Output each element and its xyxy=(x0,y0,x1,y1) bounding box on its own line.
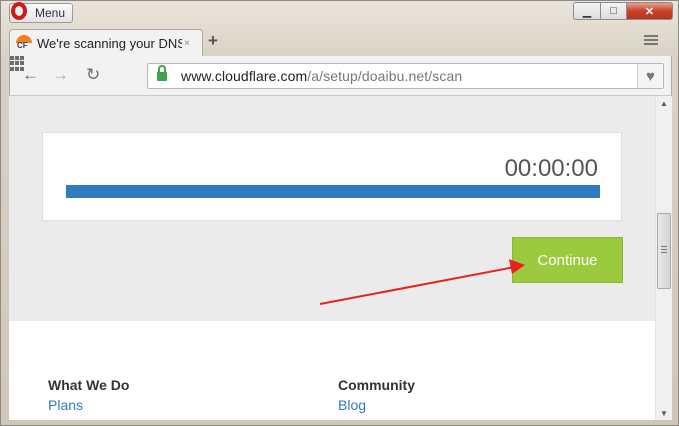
tab-close-icon[interactable]: × xyxy=(184,38,190,49)
close-window-button[interactable]: ✕ xyxy=(627,2,673,20)
opera-menu-button[interactable]: Menu xyxy=(9,2,73,23)
vertical-scrollbar[interactable]: ▲ ▼ xyxy=(655,96,672,420)
footer-column-community: Community Blog xyxy=(338,377,415,413)
menu-label: Menu xyxy=(35,6,66,20)
new-tab-button[interactable]: + xyxy=(208,31,218,51)
scroll-down-arrow-icon[interactable]: ▼ xyxy=(656,406,672,420)
footer-heading: Community xyxy=(338,377,415,393)
url-text[interactable]: www.cloudflare.com/a/setup/doaibu.net/sc… xyxy=(181,68,462,84)
address-bar[interactable]: www.cloudflare.com/a/setup/doaibu.net/sc… xyxy=(147,63,664,89)
scroll-up-arrow-icon[interactable]: ▲ xyxy=(656,96,672,110)
page-footer: What We Do Plans Community Blog xyxy=(9,321,655,420)
footer-heading: What We Do xyxy=(48,377,130,393)
back-arrow-icon[interactable]: ← xyxy=(22,65,39,85)
opera-logo-icon xyxy=(11,2,27,20)
lock-icon xyxy=(157,65,167,82)
tab-title: We're scanning your DNS r xyxy=(37,35,182,51)
browser-window: Menu ▁ □ ✕ CF We're scanning your DNS r … xyxy=(0,0,679,426)
forward-arrow-icon[interactable]: → xyxy=(52,65,69,85)
tab-menu-icon[interactable] xyxy=(644,35,658,47)
scrollbar-thumb[interactable] xyxy=(657,213,671,289)
heart-icon[interactable]: ♥ xyxy=(637,64,663,88)
maximize-button[interactable]: □ xyxy=(601,2,627,20)
tab-active[interactable]: CF We're scanning your DNS r × xyxy=(9,29,203,56)
reload-icon[interactable]: ↻ xyxy=(86,65,100,85)
toolbar: ← → ↻ www.cloudflare.com/a/setup/doaibu.… xyxy=(9,56,672,96)
footer-column-what-we-do: What We Do Plans xyxy=(48,377,129,413)
footer-link-blog[interactable]: Blog xyxy=(338,397,415,413)
window-controls: ▁ □ ✕ xyxy=(573,2,673,20)
cloudflare-favicon-icon: CF xyxy=(16,35,32,51)
footer-link-plans[interactable]: Plans xyxy=(48,397,129,413)
page-viewport: 00:00:00 Continue What We Do Plans Commu… xyxy=(9,96,655,420)
minimize-button[interactable]: ▁ xyxy=(573,2,601,20)
